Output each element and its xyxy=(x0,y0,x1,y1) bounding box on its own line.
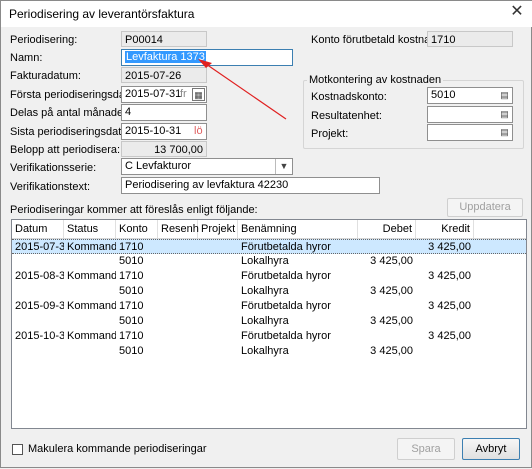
annotation-arrow xyxy=(198,59,287,120)
dialog-window: Periodisering av leverantörsfaktura ✕ Pe… xyxy=(0,0,532,468)
